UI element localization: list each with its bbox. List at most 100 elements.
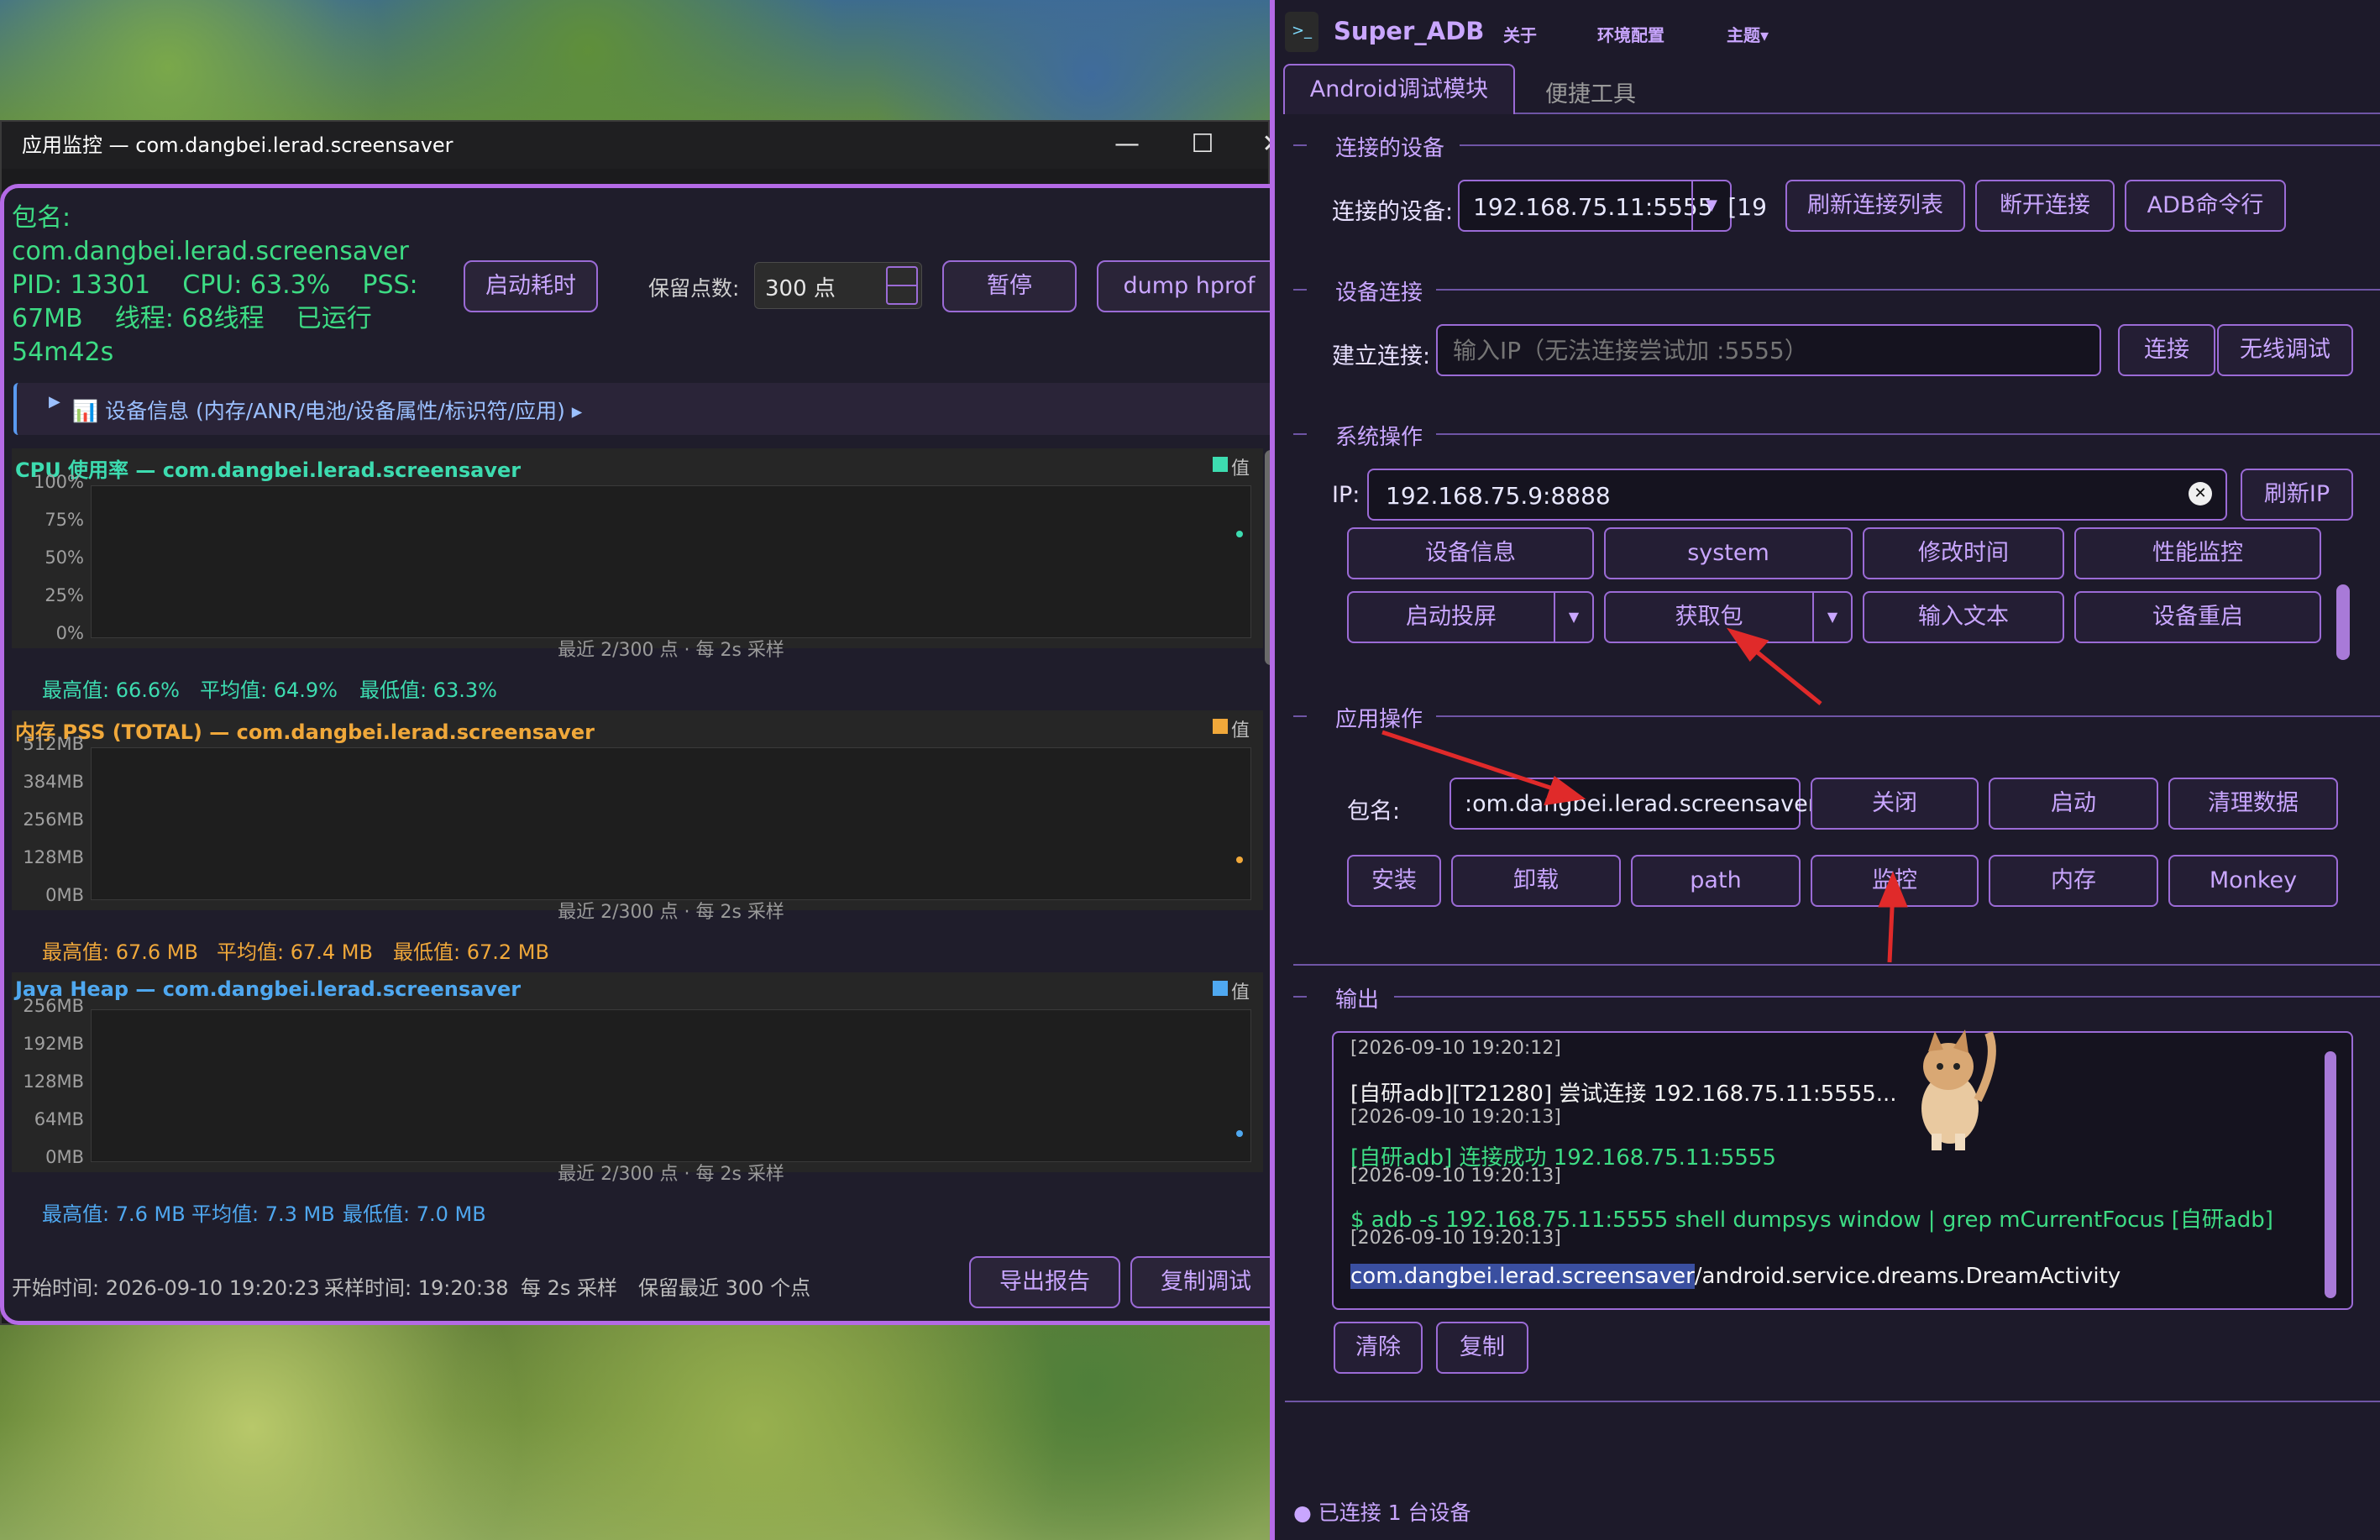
monkey-button[interactable]: Monkey — [2168, 855, 2338, 907]
ip-field[interactable]: 192.168.75.9:8888 ✕ — [1367, 469, 2227, 521]
output-line: [自研adb][T21280] 尝试连接 192.168.75.11:5555.… — [1350, 1082, 1897, 1107]
perf-monitor-button[interactable]: 性能监控 — [2074, 527, 2321, 579]
menu-about[interactable]: 关于 — [1503, 22, 1537, 46]
copy-debug-button[interactable]: 复制调试 — [1130, 1256, 1282, 1308]
chart-caption: 最近 2/300 点 · 每 2s 采样 — [558, 640, 784, 661]
minimize-button[interactable]: — — [1089, 122, 1165, 169]
chart-title: Java Heap — com.dangbei.lerad.screensave… — [15, 977, 522, 1001]
section-app-ops: 应用操作 — [1335, 707, 1423, 732]
selected-text: com.dangbei.lerad.screensaver — [1350, 1264, 1695, 1289]
connected-device-label: 连接的设备: — [1332, 199, 1454, 225]
legend-label: 值 — [1231, 720, 1250, 741]
connect-button[interactable]: 连接 — [2118, 324, 2215, 376]
modify-time-button[interactable]: 修改时间 — [1863, 527, 2064, 579]
memory-button[interactable]: 内存 — [1989, 855, 2158, 907]
y-tick-label: 256MB — [23, 809, 84, 830]
clear-output-button[interactable]: 清除 — [1334, 1322, 1423, 1374]
refresh-ip-button[interactable]: 刷新IP — [2241, 469, 2353, 521]
device-info-expander[interactable]: ▶ 📊 设备信息 (内存/ANR/电池/设备属性/标识符/应用) ▸ — [13, 383, 1282, 435]
device-info-button[interactable]: 设备信息 — [1347, 527, 1594, 579]
chevron-down-icon[interactable]: ▼ — [1691, 181, 1730, 230]
uninstall-button[interactable]: 卸载 — [1451, 855, 1621, 907]
adb-cmd-button[interactable]: ADB命令行 — [2125, 180, 2286, 232]
y-tick-label: 25% — [45, 585, 84, 605]
tab-android-debug[interactable]: Android调试模块 — [1283, 64, 1515, 114]
ip-connect-input[interactable] — [1436, 324, 2101, 376]
clear-data-button[interactable]: 清理数据 — [2168, 778, 2338, 830]
window-titlebar[interactable]: 应用监控 — com.dangbei.lerad.screensaver — [2, 122, 1268, 169]
dump-hprof-button[interactable]: dump hprof — [1097, 260, 1282, 312]
monitor-button[interactable]: 监控 — [1811, 855, 1979, 907]
keep-points-value: 300 点 — [765, 276, 836, 301]
y-tick-label: 0MB — [45, 885, 84, 905]
spinner-arrows-icon[interactable] — [886, 266, 918, 305]
uptime: 54m42s — [12, 338, 114, 367]
chart-title: 内存 PSS (TOTAL) — com.dangbei.lerad.scree… — [15, 720, 595, 744]
start-app-button[interactable]: 启动 — [1989, 778, 2158, 830]
output-scrollbar[interactable] — [2325, 1051, 2336, 1298]
sample-interval: 每 2s 采样 — [521, 1276, 618, 1300]
package-input[interactable]: :om.dangbei.lerad.screensaver — [1449, 778, 1817, 830]
section-line — [1394, 996, 2380, 998]
y-tick-label: 0MB — [45, 1147, 84, 1167]
chart-caption: 最近 2/300 点 · 每 2s 采样 — [558, 1164, 784, 1185]
section-connected-devices: 连接的设备 — [1335, 136, 1445, 161]
package-value: :om.dangbei.lerad.screensaver — [1465, 791, 1817, 817]
close-app-button[interactable]: 关闭 — [1811, 778, 1979, 830]
reboot-device-button[interactable]: 设备重启 — [2074, 591, 2321, 643]
path-button[interactable]: path — [1631, 855, 1801, 907]
window-title: 应用监控 — com.dangbei.lerad.screensaver — [22, 134, 453, 157]
export-report-button[interactable]: 导出报告 — [969, 1256, 1120, 1308]
y-tick-label: 50% — [45, 547, 84, 568]
legend-swatch-icon — [1213, 457, 1228, 472]
metric-chart: Java Heap — com.dangbei.lerad.screensave… — [12, 972, 1263, 1185]
section-line — [1293, 996, 1307, 998]
y-tick-label: 384MB — [23, 772, 84, 792]
output-line: [2026-09-10 19:20:13] — [1350, 1165, 1561, 1186]
chart-stat: 最高值: 7.6 MB — [42, 1202, 186, 1226]
refresh-list-button[interactable]: 刷新连接列表 — [1785, 180, 1965, 232]
chart-stat: 最高值: 67.6 MB — [42, 940, 198, 964]
chevron-down-icon[interactable]: ▼ — [1554, 593, 1592, 642]
device-select[interactable]: 192.168.75.11:5555 [19 ▼ — [1458, 180, 1767, 232]
pkg-name: com.dangbei.lerad.screensaver — [12, 237, 409, 266]
section-output: 输出 — [1335, 987, 1380, 1013]
y-tick-label: 64MB — [34, 1109, 84, 1129]
system-ops-scrollbar[interactable] — [2336, 584, 2350, 660]
input-text-button[interactable]: 输入文本 — [1863, 591, 2064, 643]
install-button[interactable]: 安装 — [1347, 855, 1441, 907]
chart-stat: 最低值: 67.2 MB — [393, 940, 549, 964]
get-package-split-button[interactable]: 获取包 ▼ — [1604, 591, 1853, 643]
section-line — [1293, 715, 1307, 717]
plot-area — [91, 1009, 1251, 1162]
chart-stat: 最低值: 7.0 MB — [343, 1202, 486, 1226]
startup-time-button[interactable]: 启动耗时 — [464, 260, 598, 312]
wireless-debug-button[interactable]: 无线调试 — [2217, 324, 2353, 376]
system-button[interactable]: system — [1604, 527, 1853, 579]
copy-output-button[interactable]: 复制 — [1436, 1322, 1528, 1374]
menu-theme[interactable]: 主题▾ — [1727, 22, 1769, 46]
menu-env-config[interactable]: 环境配置 — [1597, 22, 1664, 46]
keep-points-spinner[interactable]: 300 点 — [754, 262, 922, 309]
y-tick-label: 75% — [45, 510, 84, 530]
maximize-button[interactable]: ☐ — [1165, 122, 1240, 169]
tab-quick-tools[interactable]: 便捷工具 — [1545, 76, 1636, 108]
section-line — [1436, 289, 2380, 291]
chevron-down-icon[interactable]: ▼ — [1812, 593, 1851, 642]
section-line — [1293, 289, 1307, 291]
clear-icon[interactable]: ✕ — [2189, 482, 2212, 505]
keep-recent: 保留最近 300 个点 — [638, 1276, 811, 1300]
metric-chart: 内存 PSS (TOTAL) — com.dangbei.lerad.scree… — [12, 710, 1263, 923]
chart-stat: 平均值: 64.9% — [200, 678, 338, 702]
connect-label: 建立连接: — [1332, 343, 1431, 369]
y-tick-label: 192MB — [23, 1034, 84, 1054]
plot-area — [91, 747, 1251, 900]
disconnect-button[interactable]: 断开连接 — [1975, 180, 2115, 232]
data-point — [1236, 856, 1243, 863]
pause-button[interactable]: 暂停 — [942, 260, 1077, 312]
section-line — [1293, 433, 1307, 435]
screen-mirror-split-button[interactable]: 启动投屏 ▼ — [1347, 591, 1594, 643]
pkg-label: 包名: — [12, 203, 71, 233]
kitten-sticker-icon — [1921, 1029, 1996, 1150]
legend-swatch-icon — [1213, 719, 1228, 734]
